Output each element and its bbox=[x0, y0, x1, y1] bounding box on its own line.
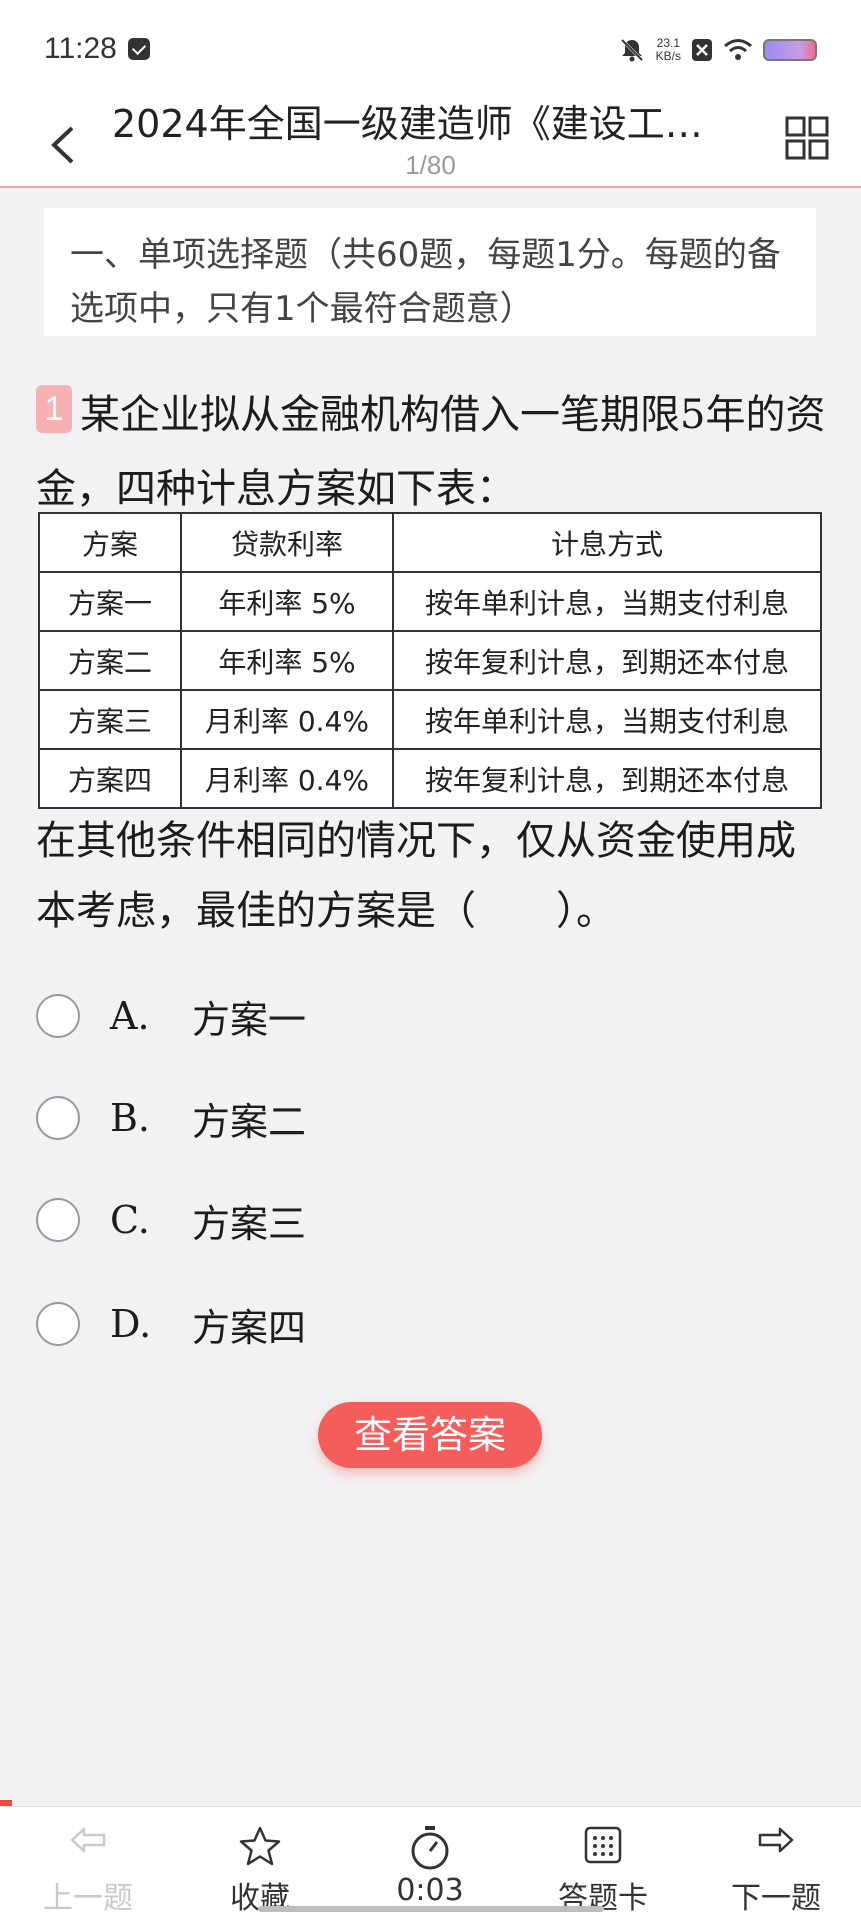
page-title: 2024年全国一级建造师《建设工… bbox=[112, 102, 703, 146]
option-text: 方案二 bbox=[192, 1099, 307, 1144]
table-cell: 方案二 bbox=[38, 630, 182, 691]
radio-button[interactable] bbox=[36, 1096, 80, 1140]
question-stem-end: 在其他条件相同的情况下，仅从资金使用成本考虑，最佳的方案是（ ）。 bbox=[36, 818, 796, 934]
status-icons: 23.1 KB/s bbox=[618, 34, 817, 66]
interest-plan-table: 方案 贷款利率 计息方式 方案一 年利率 5% 按年单利计息，当期支付利息 方案… bbox=[38, 512, 822, 809]
table-cell: 年利率 5% bbox=[180, 630, 394, 691]
table-row: 方案一 年利率 5% 按年单利计息，当期支付利息 bbox=[38, 571, 822, 632]
answer-card-icon bbox=[584, 1826, 622, 1864]
arrow-right-icon bbox=[758, 1827, 794, 1853]
table-cell: 月利率 0.4% bbox=[180, 689, 394, 750]
table-cell: 按年复利计息，到期还本付息 bbox=[392, 748, 822, 809]
sim-disabled-icon bbox=[692, 39, 712, 61]
timer-value: 0:03 bbox=[396, 1873, 464, 1908]
home-indicator[interactable] bbox=[258, 1906, 604, 1912]
table-cell: 方案三 bbox=[38, 689, 182, 750]
option-text: 方案四 bbox=[192, 1305, 307, 1350]
table-row: 方案二 年利率 5% 按年复利计息，到期还本付息 bbox=[38, 630, 822, 691]
battery-icon bbox=[763, 39, 817, 61]
radio-button[interactable] bbox=[36, 1302, 80, 1346]
table-header-row: 方案 贷款利率 计息方式 bbox=[38, 512, 822, 573]
table-header-cell: 计息方式 bbox=[392, 512, 822, 573]
option-letter: D. bbox=[110, 1302, 152, 1346]
question-progress: 1/80 bbox=[405, 150, 456, 180]
question-stem-text: 某企业拟从金融机构借入一笔期限5年的资金，四种计息方案如下表： bbox=[36, 392, 826, 512]
stopwatch-icon bbox=[411, 1826, 449, 1870]
radio-button[interactable] bbox=[36, 1198, 80, 1242]
option-text: 方案一 bbox=[192, 997, 307, 1042]
table-cell: 方案一 bbox=[38, 571, 182, 632]
table-header-cell: 方案 bbox=[38, 512, 182, 573]
question-number-badge: 1 bbox=[36, 385, 72, 433]
table-row: 方案三 月利率 0.4% 按年单利计息，当期支付利息 bbox=[38, 689, 822, 750]
wifi-icon bbox=[724, 39, 752, 60]
table-cell: 月利率 0.4% bbox=[180, 748, 394, 809]
section-instructions: 一、单项选择题（共60题，每题1分。每题的备选项中，只有1个最符合题意） bbox=[44, 208, 816, 336]
favorite-button[interactable]: 收藏 bbox=[200, 1807, 320, 1920]
answer-card-button[interactable]: 答题卡 bbox=[540, 1807, 666, 1920]
question-stem: 1 某企业拟从金融机构借入一笔期限5年的资金，四种计息方案如下表： bbox=[36, 378, 826, 526]
option-letter: C. bbox=[110, 1198, 150, 1242]
option-c[interactable]: C. 方案三 bbox=[36, 1190, 306, 1250]
speed-unit: KB/s bbox=[655, 49, 681, 63]
prev-question-button[interactable]: 上一题 bbox=[18, 1807, 158, 1920]
option-letter: B. bbox=[110, 1096, 151, 1140]
prev-question-label: 上一题 bbox=[43, 1881, 133, 1916]
table-cell: 按年复利计息，到期还本付息 bbox=[392, 630, 822, 691]
table-cell: 按年单利计息，当期支付利息 bbox=[392, 571, 822, 632]
view-answer-button[interactable]: 查看答案 bbox=[318, 1402, 542, 1468]
star-icon bbox=[239, 1826, 281, 1866]
radio-button[interactable] bbox=[36, 994, 80, 1038]
network-speed: 23.1 KB/s bbox=[656, 37, 681, 63]
timer: 0:03 bbox=[370, 1807, 490, 1920]
option-text: 方案三 bbox=[192, 1201, 307, 1246]
status-bar: 11:28 23.1 KB/s bbox=[0, 0, 861, 100]
table-row: 方案四 月利率 0.4% 按年复利计息，到期还本付息 bbox=[38, 748, 822, 809]
mute-bell-icon bbox=[620, 38, 643, 62]
arrow-left-icon bbox=[70, 1827, 106, 1853]
option-letter: A. bbox=[110, 994, 150, 1038]
bottom-nav: 上一题 收藏 0:03 答题卡 下一题 bbox=[0, 1806, 861, 1920]
next-question-button[interactable]: 下一题 bbox=[706, 1807, 846, 1920]
option-a[interactable]: A. 方案一 bbox=[36, 986, 306, 1046]
status-time: 11:28 bbox=[44, 32, 117, 65]
option-b[interactable]: B. 方案二 bbox=[36, 1088, 306, 1148]
next-question-label: 下一题 bbox=[731, 1881, 821, 1916]
grid-menu-icon[interactable] bbox=[785, 116, 829, 160]
table-header-cell: 贷款利率 bbox=[180, 512, 394, 573]
table-cell: 按年单利计息，当期支付利息 bbox=[392, 689, 822, 750]
option-d[interactable]: D. 方案四 bbox=[36, 1294, 306, 1354]
table-cell: 方案四 bbox=[38, 748, 182, 809]
message-notification-icon bbox=[128, 38, 150, 60]
table-cell: 年利率 5% bbox=[180, 571, 394, 632]
header: 2024年全国一级建造师《建设工… 1/80 bbox=[0, 100, 861, 188]
